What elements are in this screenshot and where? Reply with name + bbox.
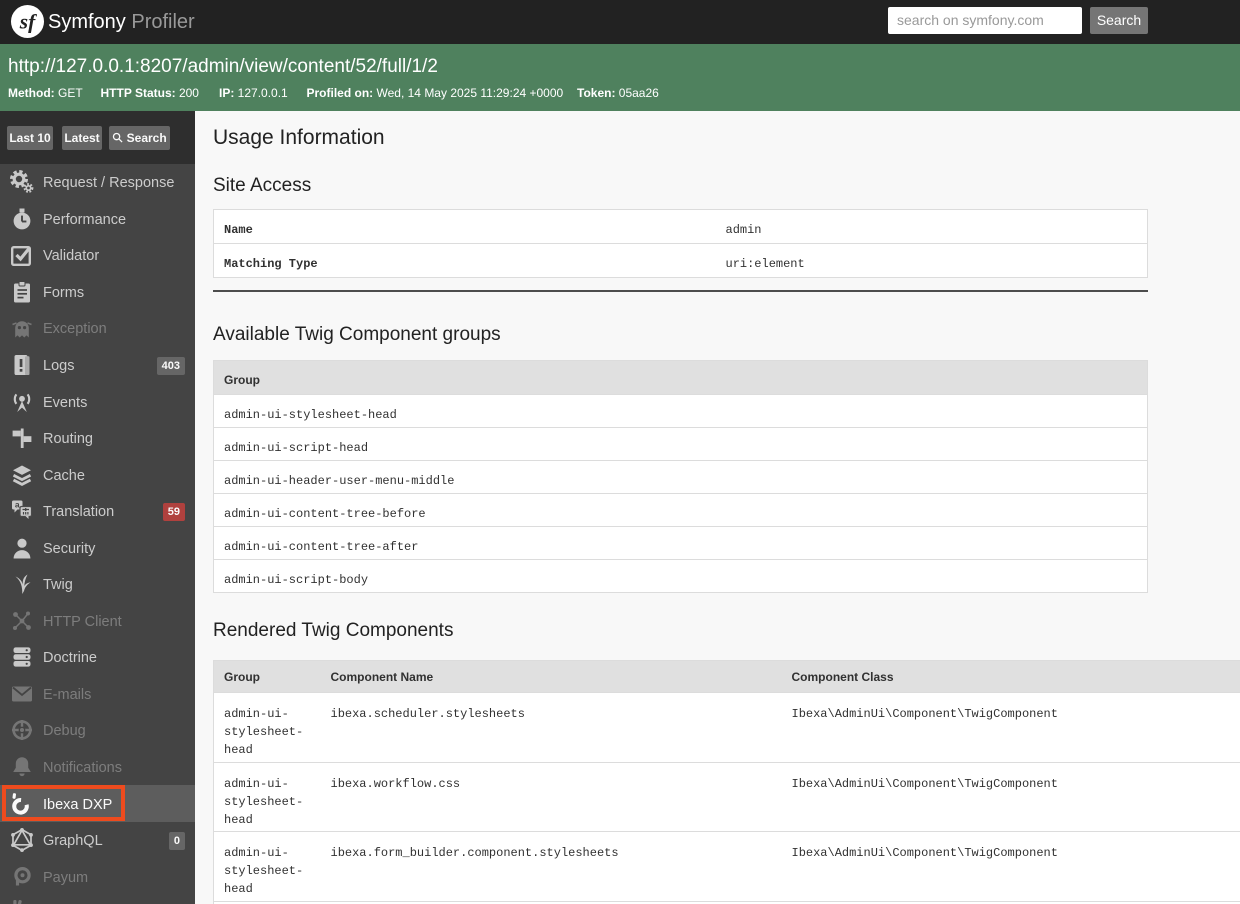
svg-text:sf: sf [19, 9, 37, 33]
svg-text:a: a [15, 500, 20, 510]
